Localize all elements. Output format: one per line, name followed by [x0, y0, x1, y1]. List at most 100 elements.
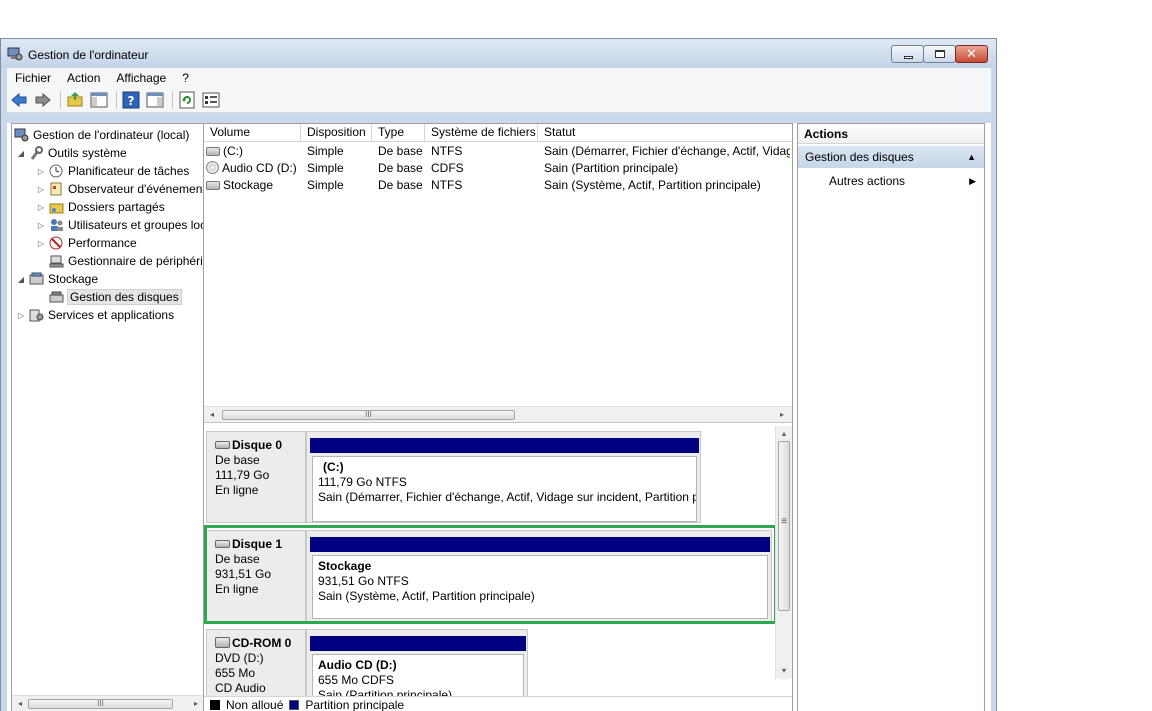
tree-item-gestionnaire[interactable]: Gestionnaire de périphériques [46, 252, 204, 270]
disk-0-label[interactable]: Disque 0 De base 111,79 Go En ligne [206, 431, 306, 523]
volume-name: (C:) [223, 144, 243, 158]
tree-horizontal-scrollbar[interactable]: ◂ III ▸ [12, 695, 204, 711]
tree-item-observateur[interactable]: ▷ Observateur d'événements [36, 180, 205, 198]
scroll-left-arrow-icon[interactable]: ◂ [204, 407, 220, 423]
actions-section-label: Gestion des disques [805, 150, 914, 164]
partition-name: (C:) [323, 460, 344, 474]
back-icon[interactable] [10, 91, 28, 109]
disk-type: De base [215, 453, 260, 467]
scroll-down-arrow-icon[interactable]: ▾ [776, 663, 792, 679]
scrollbar-thumb[interactable]: III [28, 699, 173, 709]
maximize-button[interactable] [923, 45, 956, 63]
partition-audio-cd[interactable]: Audio CD (D:) 655 Mo CDFS Sain (Partitio… [312, 654, 524, 697]
users-icon [49, 218, 64, 232]
navigation-tree: Gestion de l'ordinateur (local) ◢ Outils… [11, 123, 205, 711]
volume-name: Stockage [223, 178, 274, 192]
tree-item-stockage[interactable]: ◢ Stockage [16, 270, 98, 288]
collapsed-arrow-icon[interactable]: ▷ [36, 239, 46, 248]
volume-row[interactable]: Stockage Simple De base NTFS Sain (Systè… [204, 177, 792, 194]
collapsed-arrow-icon[interactable]: ▷ [36, 185, 46, 194]
tree-item-planificateur[interactable]: ▷ Planificateur de tâches [36, 162, 189, 180]
column-header-volume[interactable]: Volume [204, 124, 301, 142]
close-button[interactable]: ✕ [955, 45, 988, 63]
action-autres-actions[interactable]: Autres actions ▶ [798, 168, 984, 194]
submenu-arrow-icon: ▶ [969, 176, 976, 186]
collapsed-arrow-icon[interactable]: ▷ [36, 203, 46, 212]
column-header-filesystem[interactable]: Système de fichiers [425, 124, 538, 142]
tree-label: Planificateur de tâches [68, 164, 190, 178]
legend-unallocated: Non alloué [226, 698, 284, 711]
collapsed-arrow-icon[interactable]: ▷ [16, 311, 26, 320]
tree-item-outils-systeme[interactable]: ◢ Outils système [16, 144, 127, 162]
volume-row[interactable]: (C:) Simple De base NTFS Sain (Démarrer,… [204, 143, 792, 160]
volume-status: Sain (Partition principale) [544, 161, 679, 175]
volume-filesystem: NTFS [431, 144, 463, 158]
partition-c[interactable]: (C:) 111,79 Go NTFS Sain (Démarrer, Fich… [312, 456, 697, 522]
actions-section-disk-management[interactable]: Gestion des disques ▲ [798, 146, 984, 168]
tree-item-performance[interactable]: ▷ Performance [36, 234, 137, 252]
tree-item-dossiers[interactable]: ▷ Dossiers partagés [36, 198, 165, 216]
minimize-button[interactable] [891, 45, 924, 63]
computer-management-window: Gestion de l'ordinateur ✕ Fichier Action… [0, 38, 997, 711]
title-bar[interactable]: Gestion de l'ordinateur ✕ [1, 39, 996, 68]
scrollbar-thumb[interactable]: III [222, 410, 515, 420]
volume-row[interactable]: Audio CD (D:) Simple De base CDFS Sain (… [204, 160, 792, 177]
partition-size: 111,79 Go NTFS [318, 475, 407, 489]
expanded-arrow-icon[interactable]: ◢ [16, 149, 26, 158]
menu-fichier[interactable]: Fichier [7, 71, 59, 85]
device-manager-icon [49, 254, 64, 268]
tree-label: Gestion de l'ordinateur (local) [33, 128, 190, 142]
shared-folder-icon [49, 200, 64, 214]
volume-status: Sain (Système, Actif, Partition principa… [544, 178, 761, 192]
refresh-icon[interactable] [178, 91, 196, 109]
scroll-left-arrow-icon[interactable]: ◂ [12, 696, 28, 711]
volume-type: De base [378, 178, 423, 192]
disk-view-vertical-scrollbar[interactable]: ▴ ≡ ▾ [775, 426, 792, 679]
scroll-right-arrow-icon[interactable]: ▸ [188, 696, 204, 711]
collapsed-arrow-icon[interactable]: ▷ [36, 167, 46, 176]
menu-help[interactable]: ? [174, 71, 197, 85]
expanded-arrow-icon[interactable]: ◢ [16, 275, 26, 284]
volume-disposition: Simple [307, 178, 344, 192]
cdrom-0-partition-area: Audio CD (D:) 655 Mo CDFS Sain (Partitio… [306, 629, 528, 697]
tree-item-root[interactable]: Gestion de l'ordinateur (local) [14, 126, 189, 144]
disk-icon [215, 441, 230, 449]
disk-size: 111,79 Go [215, 468, 270, 482]
menu-bar: Fichier Action Affichage ? [7, 68, 991, 88]
show-hide-tree-icon[interactable] [90, 91, 108, 109]
up-folder-icon[interactable] [66, 91, 84, 109]
tools-icon [29, 146, 44, 160]
help-icon[interactable]: ? [122, 91, 140, 109]
column-header-status[interactable]: Statut [538, 124, 792, 142]
column-header-disposition[interactable]: Disposition [301, 124, 372, 142]
volume-disposition: Simple [307, 144, 344, 158]
scroll-right-arrow-icon[interactable]: ▸ [774, 407, 790, 423]
cdrom-0-label[interactable]: CD-ROM 0 DVD (D:) 655 Mo CD Audio [206, 629, 306, 697]
collapse-up-icon[interactable]: ▲ [967, 146, 976, 168]
forward-icon[interactable] [34, 91, 52, 109]
disk-management-icon [49, 290, 64, 304]
actions-pane: Actions Gestion des disques ▲ Autres act… [797, 123, 985, 711]
tree-item-gestion-disques[interactable]: Gestion des disques [46, 288, 182, 306]
legend-primary: Partition principale [305, 698, 405, 711]
toolbar-separator [172, 91, 173, 109]
disk-size: 655 Mo [215, 666, 256, 680]
legend: Non alloué Partition principale [204, 696, 792, 711]
toolbar-separator [116, 91, 117, 109]
volume-list-horizontal-scrollbar[interactable]: ◂ III ▸ [204, 406, 792, 423]
show-hide-action-pane-icon[interactable] [146, 91, 164, 109]
tree-label: Observateur d'événements [68, 182, 205, 196]
collapsed-arrow-icon[interactable]: ▷ [36, 221, 46, 230]
properties-icon[interactable] [202, 91, 220, 109]
disk-status: CD Audio [215, 681, 266, 695]
volume-filesystem: CDFS [431, 161, 464, 175]
menu-affichage[interactable]: Affichage [108, 71, 174, 85]
tree-label: Outils système [48, 146, 127, 160]
partition-bar [310, 636, 526, 651]
tree-item-utilisateurs[interactable]: ▷ Utilisateurs et groupes locaux [36, 216, 204, 234]
column-header-type[interactable]: Type [372, 124, 425, 142]
scroll-up-arrow-icon[interactable]: ▴ [776, 426, 792, 442]
performance-icon [49, 236, 64, 250]
tree-item-services[interactable]: ▷ Services et applications [16, 306, 174, 324]
menu-action[interactable]: Action [59, 71, 108, 85]
